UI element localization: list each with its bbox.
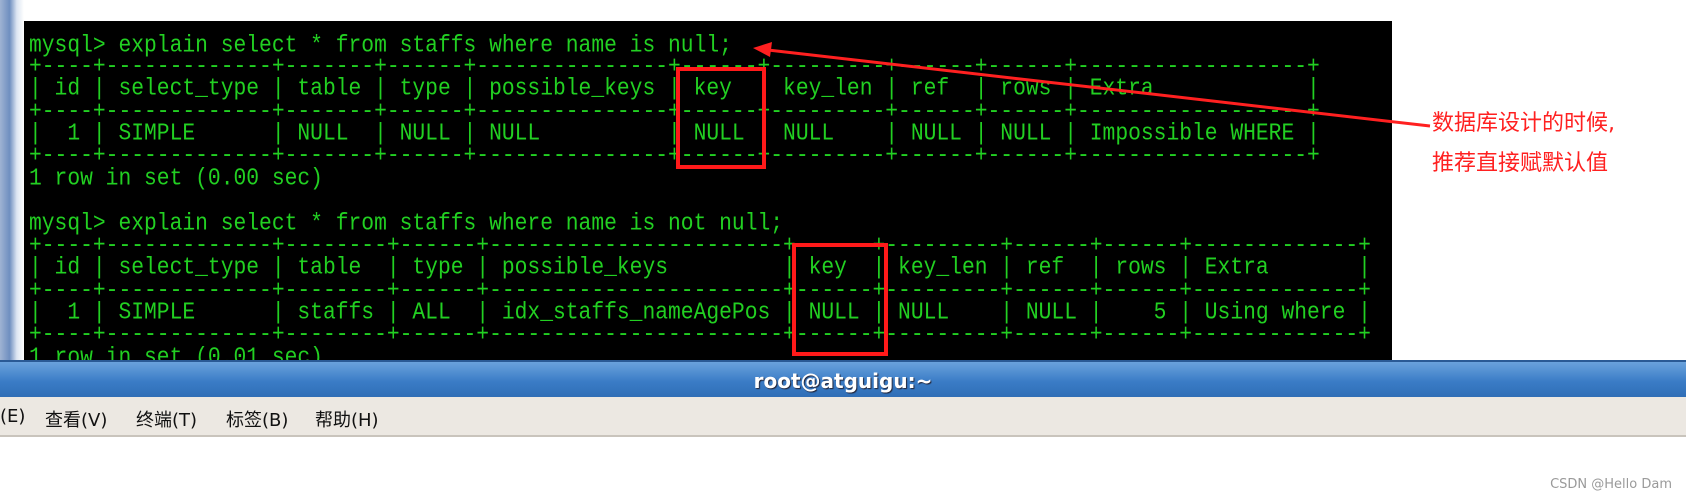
menu-terminal[interactable]: 终端(T) (136, 406, 197, 432)
annotation-line-1: 数据库设计的时候, (1432, 111, 1615, 136)
menu-view[interactable]: 查看(V) (45, 406, 107, 432)
watermark: CSDN @Hello Dam (1550, 477, 1672, 492)
menu-tabs[interactable]: 标签(B) (226, 406, 288, 432)
menu-edit[interactable]: (E) (0, 406, 25, 427)
menu-bar: (E) 查看(V) 终端(T) 标签(B) 帮助(H) (0, 397, 1686, 437)
menu-help[interactable]: 帮助(H) (315, 406, 379, 432)
annotation-line-2: 推荐直接赋默认值 (1432, 151, 1609, 176)
annotation-text: 数据库设计的时候, 推荐直接赋默认值 (1432, 104, 1615, 184)
window-title: root@atguigu:~ (753, 369, 933, 393)
window-titlebar[interactable]: root@atguigu:~ (0, 360, 1686, 399)
